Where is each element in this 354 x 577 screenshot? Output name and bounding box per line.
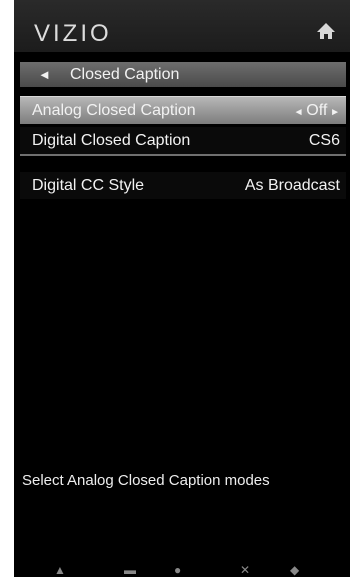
top-bar: VIZIO <box>14 0 350 52</box>
menu-item-digital-cc-style[interactable]: Digital CC Style As Broadcast <box>20 172 346 199</box>
home-icon[interactable] <box>316 22 336 40</box>
hint-icon-5: ◆ <box>290 563 300 577</box>
breadcrumb-label: Closed Caption <box>70 66 180 83</box>
menu-item-label: Analog Closed Caption <box>32 102 196 119</box>
breadcrumb[interactable]: ◄ Closed Caption <box>20 62 346 87</box>
menu-item-digital-closed-caption[interactable]: Digital Closed Caption CS6 <box>20 127 346 156</box>
menu-item-label: Digital CC Style <box>32 177 145 194</box>
hint-icon-3: ● <box>174 563 182 577</box>
help-text: Select Analog Closed Caption modes <box>22 472 270 489</box>
remote-hint-bar: ▲ ▬ ● ✕ ◆ <box>14 561 350 577</box>
value-text: Off <box>306 102 328 119</box>
hint-icon-1: ▲ <box>54 563 66 577</box>
hint-icon-4: ✕ <box>240 563 251 577</box>
chevron-left-icon[interactable]: ◄ <box>294 107 307 118</box>
back-arrow-icon[interactable]: ◄ <box>38 67 51 82</box>
tv-menu-screen: VIZIO ◄ Closed Caption Analog Closed Cap… <box>14 0 350 577</box>
menu-item-value: CS6 <box>308 132 340 149</box>
menu-item-value[interactable]: ◄ Off ► <box>294 102 340 120</box>
chevron-right-icon[interactable]: ► <box>327 107 340 118</box>
menu-item-label: Digital Closed Caption <box>32 132 191 149</box>
vizio-logo: VIZIO <box>34 20 112 47</box>
menu-item-analog-closed-caption[interactable]: Analog Closed Caption ◄ Off ► <box>20 96 346 124</box>
hint-icon-2: ▬ <box>124 563 136 577</box>
menu-item-value: As Broadcast <box>244 177 340 194</box>
